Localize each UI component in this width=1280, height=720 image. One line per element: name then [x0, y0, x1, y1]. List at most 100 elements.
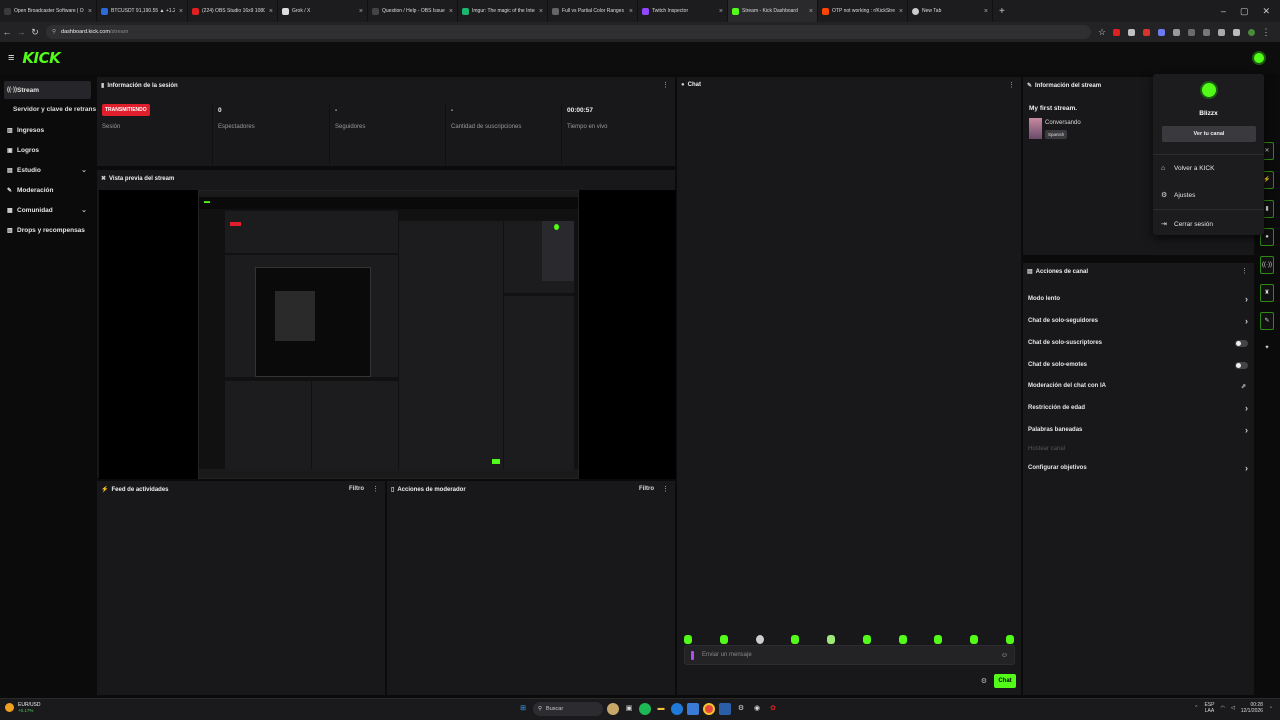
- action-banned-words[interactable]: Palabras baneadas ›: [1028, 422, 1248, 438]
- action-subscribers-only[interactable]: Chat de solo-suscriptores: [1028, 335, 1248, 351]
- close-icon[interactable]: ×: [899, 8, 903, 15]
- emote-icon[interactable]: [898, 635, 907, 644]
- edge-icon[interactable]: [671, 703, 683, 715]
- puzzle-icon[interactable]: [1203, 28, 1210, 36]
- menu-item-settings[interactable]: ⚙ Ajustes: [1161, 191, 1195, 200]
- action-slow-mode[interactable]: Modo lento ›: [1028, 291, 1248, 307]
- filter-button[interactable]: Filtro: [349, 486, 364, 492]
- kebab-menu-icon[interactable]: ⋮: [372, 485, 379, 493]
- action-ai-moderation[interactable]: Moderación del chat con IA ⇗: [1028, 378, 1248, 394]
- back-icon[interactable]: ←: [0, 27, 14, 37]
- sidebar-item-logros[interactable]: ▣ Logros: [4, 141, 91, 159]
- obs-icon[interactable]: ◉: [751, 703, 763, 715]
- browser-tab[interactable]: Twitch Inspector ×: [638, 0, 728, 22]
- store-icon[interactable]: [687, 703, 699, 715]
- menu-item-back-to-kick[interactable]: ⌂ Volver a KICK: [1161, 165, 1214, 172]
- user-avatar[interactable]: [1252, 51, 1266, 65]
- close-window-icon[interactable]: ✕: [1262, 6, 1270, 17]
- browser-tab[interactable]: Grok / X ×: [278, 0, 368, 22]
- more-icon[interactable]: ⋮: [1259, 27, 1273, 38]
- extension-icon[interactable]: [1158, 28, 1165, 36]
- sidebar-item-estudio[interactable]: ▤ Estudio ⌄: [4, 161, 91, 179]
- ticker-widget[interactable]: EUR/USD +0.17%: [5, 702, 41, 713]
- star-icon[interactable]: ☆: [1095, 27, 1109, 38]
- extension-icon[interactable]: [1128, 28, 1135, 36]
- emotes-only-toggle[interactable]: [1235, 361, 1248, 369]
- close-icon[interactable]: ×: [449, 8, 453, 15]
- widgets-icon[interactable]: [607, 703, 619, 715]
- browser-tab[interactable]: Question / Help - OBS Issue - ×: [368, 0, 458, 22]
- sidebar-icon[interactable]: [1233, 28, 1240, 36]
- notification-icon[interactable]: ◔: [1269, 705, 1272, 711]
- close-icon[interactable]: ×: [179, 8, 183, 15]
- kick-logo[interactable]: KICK: [22, 49, 60, 67]
- windows-start-icon[interactable]: ⊞: [517, 703, 529, 715]
- stream-preview-video[interactable]: ▬: [99, 190, 676, 479]
- action-followers-only[interactable]: Chat de solo-seguidores ›: [1028, 313, 1248, 329]
- extension-icon[interactable]: [1143, 28, 1150, 36]
- task-view-icon[interactable]: ▣: [623, 703, 635, 715]
- sidebar-item-drops[interactable]: ▧ Drops y recompensas: [4, 221, 91, 239]
- chrome-icon[interactable]: [703, 703, 715, 715]
- browser-tab[interactable]: Imgur: The magic of the Intern ×: [458, 0, 548, 22]
- emote-icon[interactable]: [934, 635, 943, 644]
- clock[interactable]: 00:28 12/1/2026: [1241, 702, 1263, 714]
- close-icon[interactable]: ×: [269, 8, 273, 15]
- maximize-icon[interactable]: ▢: [1240, 6, 1249, 17]
- browser-tab-active[interactable]: Stream - Kick Dashboard ×: [728, 0, 818, 22]
- file-explorer-icon[interactable]: ▬: [655, 703, 667, 715]
- close-icon[interactable]: ×: [88, 8, 92, 15]
- new-tab-button[interactable]: +: [993, 6, 1011, 17]
- wifi-icon[interactable]: ◠: [1220, 705, 1224, 711]
- close-icon[interactable]: ×: [539, 8, 543, 15]
- app-icon[interactable]: ✿: [767, 703, 779, 715]
- close-icon[interactable]: ×: [809, 8, 813, 15]
- emote-icon[interactable]: [970, 635, 979, 644]
- rail-wrench-icon[interactable]: ✎: [1260, 312, 1274, 330]
- extension-icon[interactable]: [1173, 28, 1180, 36]
- forward-icon[interactable]: →: [14, 27, 28, 37]
- action-emotes-only[interactable]: Chat de solo-emotes: [1028, 357, 1248, 373]
- site-info-icon[interactable]: ⚲: [52, 29, 56, 35]
- kebab-menu-icon[interactable]: ⋮: [1008, 81, 1015, 89]
- hamburger-menu-icon[interactable]: ≡: [8, 52, 14, 64]
- settings-icon[interactable]: ⚙: [735, 703, 747, 715]
- emote-icon[interactable]: [719, 635, 728, 644]
- extension-icon[interactable]: [1113, 28, 1120, 36]
- sidebar-item-ingresos[interactable]: ▥ Ingresos: [4, 121, 91, 139]
- sidebar-item-moderacion[interactable]: ✎ Moderación: [4, 181, 91, 199]
- chat-send-button[interactable]: Chat: [994, 674, 1016, 688]
- emote-icon[interactable]: [827, 635, 836, 644]
- rail-broadcast-icon[interactable]: ((·)): [1260, 256, 1274, 274]
- language-indicator[interactable]: ESP LAA: [1204, 702, 1214, 714]
- emoji-picker-icon[interactable]: ☺: [1001, 652, 1008, 659]
- browser-tab[interactable]: BTCUSDT 91,190.55 ▲ +1.29% ×: [97, 0, 188, 22]
- browser-tab[interactable]: Full vs Partial Color Ranges [OB ×: [548, 0, 638, 22]
- profile-icon[interactable]: [1248, 28, 1255, 36]
- filter-button[interactable]: Filtro: [639, 486, 654, 492]
- browser-tab[interactable]: New Tab ×: [908, 0, 993, 22]
- close-icon[interactable]: ×: [984, 8, 988, 15]
- close-icon[interactable]: ×: [359, 8, 363, 15]
- menu-item-logout[interactable]: ⇥ Cerrar sesión: [1161, 220, 1213, 229]
- spotify-icon[interactable]: [639, 703, 651, 715]
- browser-tab[interactable]: (224) OBS Studio 16x9 1080p ... ×: [188, 0, 278, 22]
- volume-icon[interactable]: ◁: [1231, 705, 1235, 711]
- sidebar-item-comunidad[interactable]: ▦ Comunidad ⌄: [4, 201, 91, 219]
- subscribers-only-toggle[interactable]: [1235, 339, 1248, 347]
- kebab-menu-icon[interactable]: ⋮: [662, 81, 669, 89]
- chat-message-input[interactable]: Enviar un mensaje ☺: [684, 645, 1015, 665]
- action-configure-goals[interactable]: Configurar objetivos ›: [1028, 460, 1248, 476]
- chat-settings-icon[interactable]: ⚙: [981, 677, 987, 685]
- emote-icon[interactable]: [684, 635, 692, 644]
- url-input[interactable]: ⚲ dashboard.kick.com/stream: [46, 25, 1091, 39]
- rail-settings-icon[interactable]: ✦: [1260, 340, 1274, 358]
- emote-icon[interactable]: [1005, 635, 1014, 644]
- kebab-menu-icon[interactable]: ⋮: [1241, 267, 1248, 275]
- browser-tab[interactable]: Open Broadcaster Software | O ×: [0, 0, 97, 22]
- chevron-up-icon[interactable]: ⌃: [1194, 705, 1198, 711]
- emote-icon[interactable]: [755, 635, 764, 644]
- minimize-icon[interactable]: –: [1221, 6, 1226, 16]
- app-icon[interactable]: [719, 703, 731, 715]
- taskbar-search[interactable]: ⚲ Buscar: [533, 702, 603, 716]
